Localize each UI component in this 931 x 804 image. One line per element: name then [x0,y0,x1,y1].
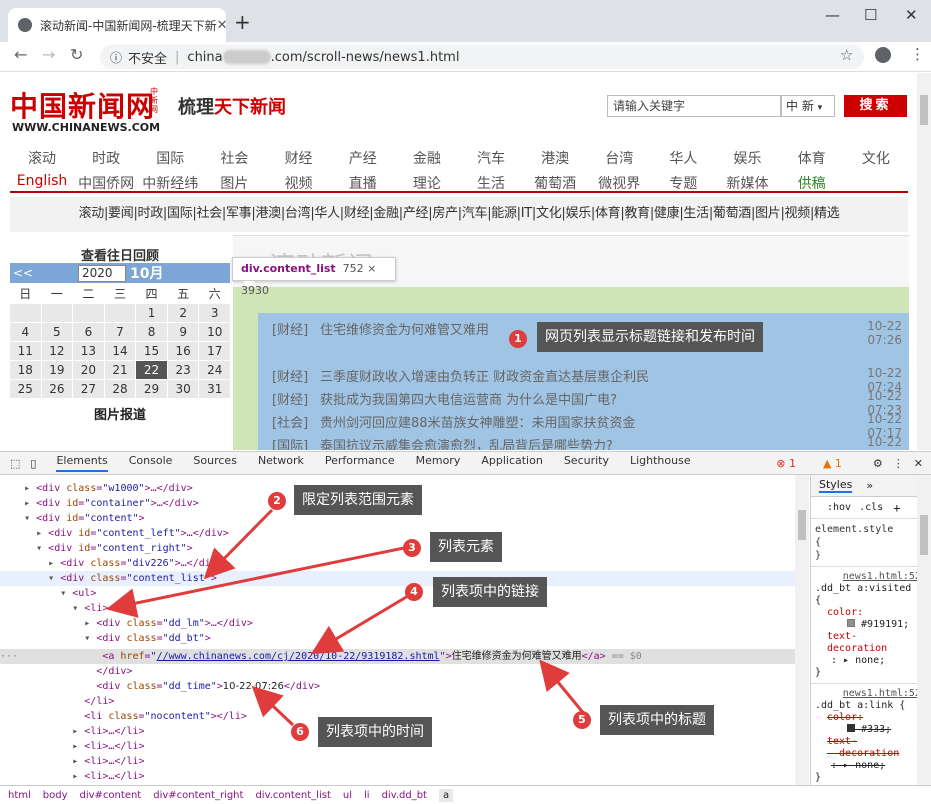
annotation-badge: 4 [405,583,423,601]
annotation-callout: 列表项中的标题 [600,705,714,735]
annotation-badge: 2 [268,492,286,510]
annotation-badge: 3 [403,539,421,557]
annotation-badge: 5 [573,711,591,729]
annotation-callout: 限定列表范围元素 [294,485,422,515]
annotation-badge: 1 [509,330,527,348]
arrow-6 [251,685,295,727]
annotation-arrows [106,508,587,727]
arrow-4 [310,594,409,655]
annotation-badge: 6 [291,723,309,741]
annotation-callout: 列表项中的时间 [318,717,432,747]
annotation-callout: 列表项中的链接 [433,577,547,607]
arrow-2 [203,508,274,580]
annotation-callout: 列表元素 [430,532,502,562]
arrow-3 [106,546,405,618]
arrow-5 [539,659,587,716]
annotation-callout: 网页列表显示标题链接和发布时间 [537,322,763,352]
